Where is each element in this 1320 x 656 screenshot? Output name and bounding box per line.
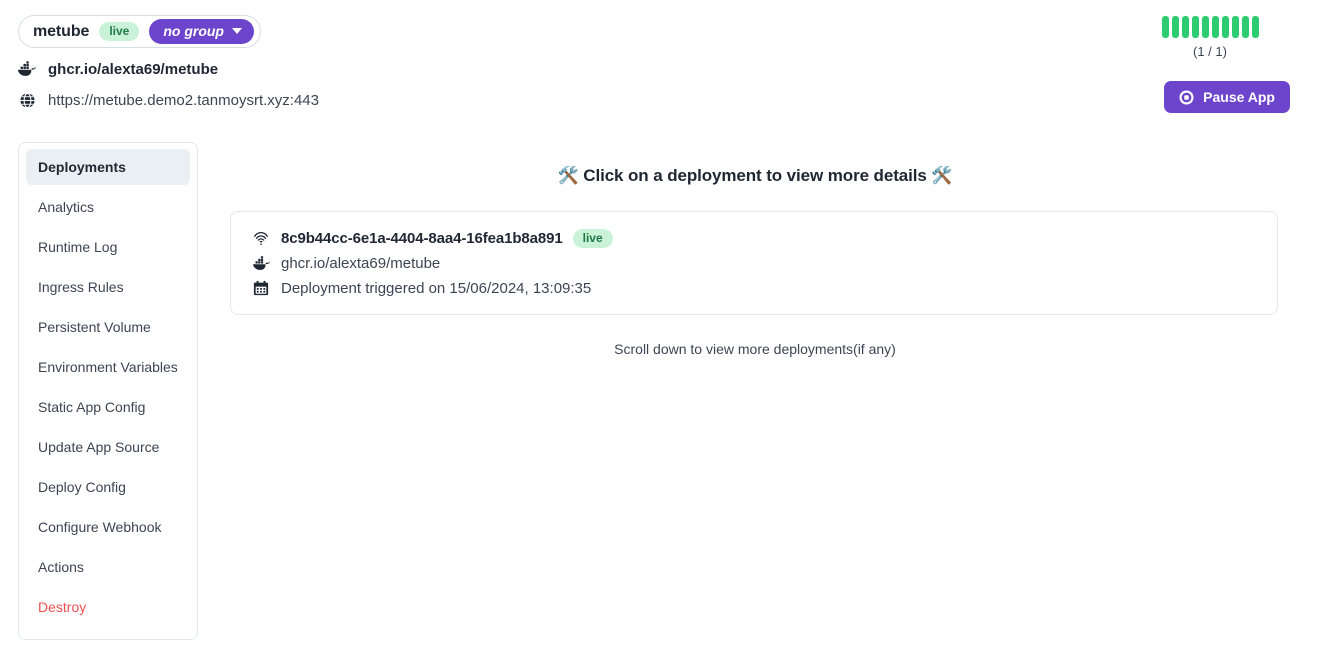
replica-bar <box>1251 16 1259 38</box>
replica-bar <box>1241 16 1249 38</box>
page-title: 🛠️ Click on a deployment to view more de… <box>557 166 953 185</box>
sidebar-item-label: Runtime Log <box>38 239 118 255</box>
replica-bar <box>1201 16 1209 38</box>
fingerprint-icon <box>251 228 271 248</box>
sidebar-item-label: Analytics <box>38 199 95 215</box>
deployment-triggered-text: Deployment triggered on 15/06/2024, 13:0… <box>281 279 592 297</box>
docker-whale-icon <box>251 253 271 273</box>
replica-bar <box>1161 16 1169 38</box>
main-panel: 🛠️ Click on a deployment to view more de… <box>214 130 1296 357</box>
sidebar-item-label: Environment Variables <box>38 359 178 375</box>
app-status-badge: live <box>99 22 140 41</box>
deployment-status-badge: live <box>572 228 613 248</box>
app-identity-pill: metube live no group <box>18 15 261 48</box>
replica-count-label: (1 / 1) <box>1193 44 1227 59</box>
replica-bar <box>1231 16 1239 38</box>
deployment-list: 8c9b44cc-6e1a-4404-8aa4-16fea1b8a891 live… <box>214 211 1296 315</box>
sidebar-item-persistent-volume[interactable]: Persistent Volume <box>26 309 190 345</box>
pause-app-label: Pause App <box>1203 89 1275 105</box>
app-url-text[interactable]: https://metube.demo2.tanmoysrt.xyz:443 <box>48 92 319 109</box>
app-header: metube live no group ghcr.io/alexta69/me… <box>0 0 1320 130</box>
sidebar-item-analytics[interactable]: Analytics <box>26 189 190 225</box>
docker-whale-icon <box>16 58 38 80</box>
sidebar-item-label: Destroy <box>38 599 87 615</box>
stop-circle-icon <box>1179 89 1194 105</box>
group-selector-label: no group <box>163 23 224 39</box>
sidebar-item-deploy-config[interactable]: Deploy Config <box>26 469 190 505</box>
replica-bar <box>1221 16 1229 38</box>
group-selector-button[interactable]: no group <box>149 19 254 44</box>
scroll-hint-text: Scroll down to view more deployments(if … <box>614 341 896 357</box>
deployment-image: ghcr.io/alexta69/metube <box>281 254 441 272</box>
replica-bar <box>1191 16 1199 38</box>
pause-app-button[interactable]: Pause App <box>1164 81 1290 113</box>
sidebar-item-label: Deployments <box>38 159 126 175</box>
replica-status-block: (1 / 1) <box>1130 16 1290 59</box>
deployment-date-row: Deployment triggered on 15/06/2024, 13:0… <box>251 278 1259 298</box>
globe-icon <box>16 89 38 111</box>
sidebar-item-deployments[interactable]: Deployments <box>26 149 190 185</box>
sidebar-item-destroy[interactable]: Destroy <box>26 589 190 625</box>
sidebar-item-actions[interactable]: Actions <box>26 549 190 585</box>
sidebar-item-static-app-config[interactable]: Static App Config <box>26 389 190 425</box>
sidebar-item-label: Deploy Config <box>38 479 126 495</box>
sidebar-item-label: Static App Config <box>38 399 146 415</box>
replica-bar <box>1181 16 1189 38</box>
docker-image-row: ghcr.io/alexta69/metube <box>16 58 218 80</box>
sidebar-item-ingress-rules[interactable]: Ingress Rules <box>26 269 190 305</box>
sidebar-item-configure-webhook[interactable]: Configure Webhook <box>26 509 190 545</box>
sidebar-item-runtime-log[interactable]: Runtime Log <box>26 229 190 265</box>
calendar-icon <box>251 278 271 298</box>
sidebar-item-update-app-source[interactable]: Update App Source <box>26 429 190 465</box>
sidebar-item-label: Ingress Rules <box>38 279 124 295</box>
sidebar-item-environment-variables[interactable]: Environment Variables <box>26 349 190 385</box>
sidebar-item-label: Actions <box>38 559 84 575</box>
deployment-image-row: ghcr.io/alexta69/metube <box>251 253 1259 273</box>
sidebar-item-label: Configure Webhook <box>38 519 162 535</box>
deployment-id-row: 8c9b44cc-6e1a-4404-8aa4-16fea1b8a891 live <box>251 228 1259 248</box>
replica-bar <box>1211 16 1219 38</box>
deployment-card[interactable]: 8c9b44cc-6e1a-4404-8aa4-16fea1b8a891 live… <box>230 211 1278 315</box>
deployment-id: 8c9b44cc-6e1a-4404-8aa4-16fea1b8a891 <box>281 229 563 247</box>
replica-bars <box>1130 16 1290 38</box>
sidebar-nav: Deployments Analytics Runtime Log Ingress R… <box>18 142 198 640</box>
sidebar-item-label: Update App Source <box>38 439 160 455</box>
sidebar-item-label: Persistent Volume <box>38 319 151 335</box>
chevron-down-icon <box>231 28 242 34</box>
replica-bar <box>1171 16 1179 38</box>
content-area: Deployments Analytics Runtime Log Ingress R… <box>0 130 1320 656</box>
app-name: metube <box>33 22 90 40</box>
app-url-row: https://metube.demo2.tanmoysrt.xyz:443 <box>16 89 319 111</box>
docker-image-text: ghcr.io/alexta69/metube <box>48 60 219 78</box>
